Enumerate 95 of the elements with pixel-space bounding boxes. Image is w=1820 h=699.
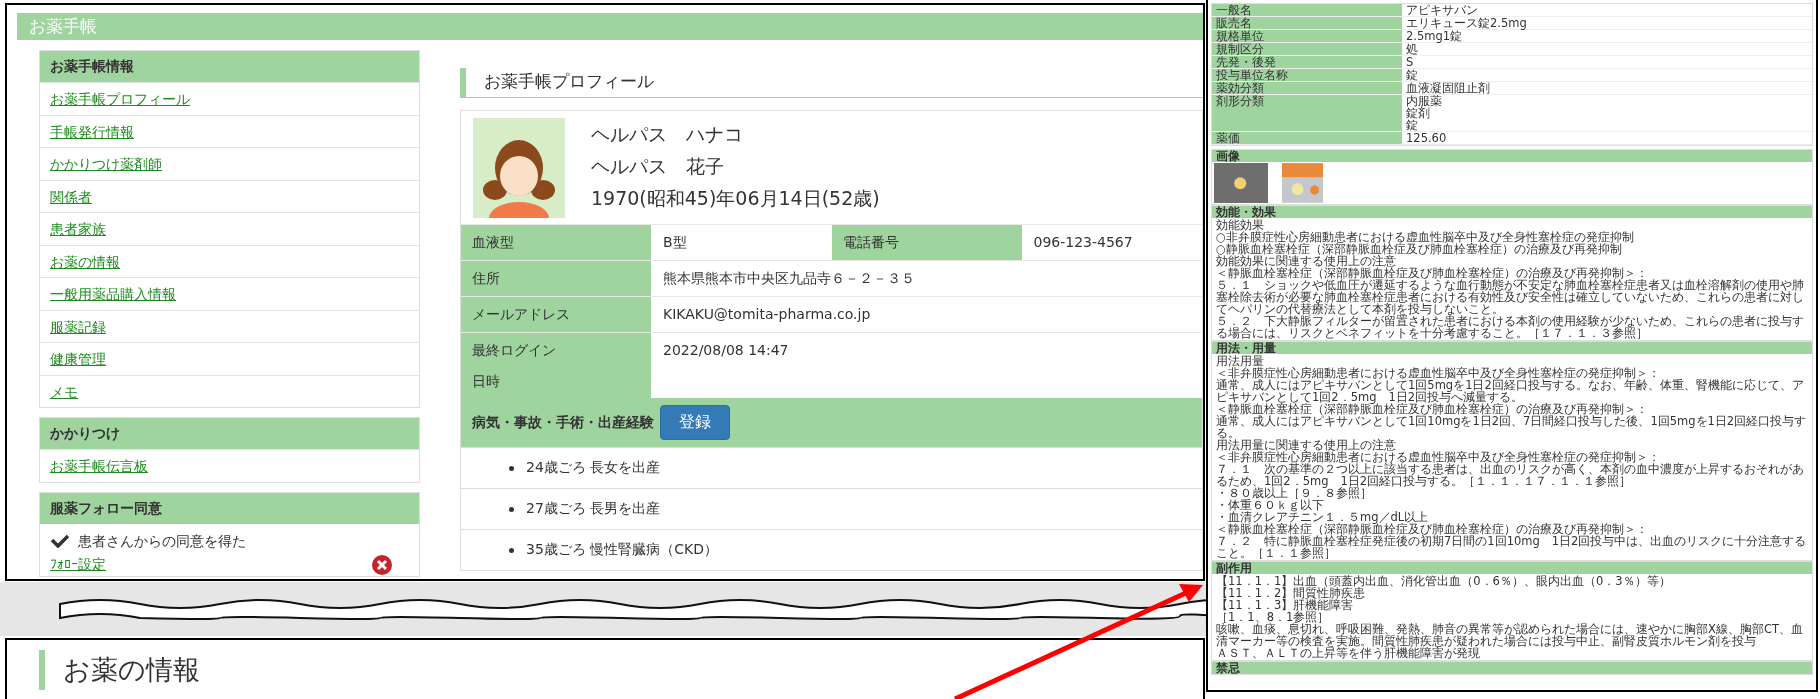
- sidebar-link[interactable]: 手帳発行情報: [50, 123, 134, 140]
- field-label: 薬効分類: [1212, 82, 1402, 94]
- document-text: 【11．1．2】間質性肺疾患: [1216, 587, 1367, 599]
- sidebar-link[interactable]: お薬手帳伝言板: [50, 458, 148, 474]
- sidebar-link[interactable]: 一般用薬品購入情報: [50, 286, 176, 302]
- sidebar-link[interactable]: お薬手帳プロフィール: [50, 91, 190, 107]
- sidebar-link[interactable]: かかりつけ薬剤師: [50, 156, 162, 172]
- field-label: 血液型: [461, 225, 651, 260]
- document-text: ＜非弁膜症性心房細動患者における虚血性脳卒中及び全身性塞栓症の発症抑制＞：: [1216, 367, 1660, 379]
- document-text: ＜静脈血栓塞栓症（深部静脈血栓症及び肺血栓塞栓症）の治療及び再発抑制＞：: [1216, 403, 1649, 415]
- document-text: ＡＳＴ、ＡＬＴの上昇等を伴う肝機能障害が発現: [1216, 647, 1480, 659]
- document-text: ５．２ 下大静脈フィルターが留置された患者における本剤の使用経験が少ないため、これらの患者に投与する場合には、リスクとベネフィットを十分考慮すること。［１７．１．３参照］: [1216, 315, 1805, 339]
- section-heading: 画像: [1212, 150, 1812, 162]
- field-value: エリキュース錠2.5mg: [1405, 17, 1528, 29]
- document-text: ・体重６０ｋｇ以下: [1216, 499, 1325, 511]
- field-value: 錠: [1405, 69, 1419, 81]
- document-text: ○静脈血栓塞栓症（深部静脈血栓症及び肺血栓塞栓症）の治療及び再発抑制: [1216, 243, 1623, 255]
- field-label: 投与単位名称: [1212, 69, 1402, 81]
- section-heading: 禁忌: [1212, 662, 1812, 674]
- field-label: 電話番号: [831, 225, 1022, 260]
- field-value: S: [1405, 56, 1415, 68]
- field-value: B型: [662, 233, 688, 252]
- follow-settings-link[interactable]: ﾌｫﾛｰ設定: [50, 555, 106, 574]
- history-item: 27歳ごろ 長男を出産: [526, 500, 661, 519]
- sidebar-link[interactable]: 服薬記録: [50, 318, 106, 335]
- checkmark-icon: [50, 533, 70, 548]
- sidebar-heading: 服薬フォロー同意: [40, 492, 419, 524]
- field-label: 剤形分類: [1212, 95, 1402, 131]
- document-text: 【11．1．3】肝機能障害: [1216, 599, 1354, 611]
- document-text: 通常、成人にはアピキサバンとして1回10mgを1日2回、7日間経口投与した後、1回5mgを1日2回経口投与する。: [1216, 415, 1808, 439]
- field-value: 2022/08/08 14:47: [662, 340, 790, 360]
- document-text: 【11．1．1】出血（頭蓋内出血、消化管出血（0．6％）、眼内出血（0．3％）等）: [1216, 575, 1672, 587]
- field-label: 日時: [472, 371, 501, 391]
- sidebar-link[interactable]: 健康管理: [50, 351, 106, 367]
- document-text: 用法用量に関連する使用上の注意: [1216, 439, 1397, 451]
- field-value: 熊本県熊本市中央区九品寺６－２－３５: [662, 268, 916, 288]
- field-label: メールアドレス: [461, 296, 651, 332]
- section-heading: 用法・用量: [1212, 342, 1812, 354]
- document-text: ７．２ 特に静脈血栓塞栓症発症後の初期7日間の1回10mg 1日2回投与中は、出血のリスクに十分注意すること。［１．１参照］: [1216, 535, 1808, 559]
- field-label: 規格単位: [1212, 30, 1402, 42]
- name-kana: ヘルパス ハナコ: [591, 122, 744, 147]
- history-item: 24歳ごろ 長女を出産: [526, 459, 661, 478]
- document-text: ＜非弁膜症性心房細動患者における虚血性脳卒中及び全身性塞栓症の発症抑制＞：: [1216, 451, 1660, 463]
- sidebar-heading: お薬手帳情報: [40, 51, 419, 82]
- document-text: ・８０歳以上［９．８参照］: [1216, 487, 1372, 499]
- field-label: 住所: [461, 260, 651, 296]
- document-text: 咳嗽、血痰、息切れ、呼吸困難、発熱、肺音の異常等が認められた場合には、速やかに胸部X線、胸部CT、血清マーカー等の検査を実施。間質性肺疾患が疑われた場合には投与中止、副腎皮質ホルモン剤を投与: [1216, 623, 1804, 647]
- field-value: 処: [1405, 43, 1418, 55]
- app-header: お薬手帳: [17, 13, 1203, 40]
- document-text: ○非弁膜症性心房細動患者における虚血性脳卒中及び全身性塞栓症の発症抑制: [1216, 231, 1636, 243]
- birth-date: 1970(昭和45)年06月14日(52歳): [591, 186, 880, 211]
- sidebar-link[interactable]: メモ: [50, 383, 78, 400]
- bullet-icon: [509, 547, 514, 553]
- document-text: ・血清クレアチニン１．５mg／dL以上: [1216, 511, 1430, 523]
- field-value: 2.5mg1錠: [1405, 30, 1464, 42]
- bullet-icon: [509, 465, 514, 471]
- field-label: 販売名: [1212, 17, 1402, 29]
- sidebar-link[interactable]: 患者家族: [50, 221, 106, 237]
- field-label: 薬価: [1212, 132, 1402, 144]
- field-value: 内服薬: [1406, 95, 1443, 107]
- document-text: 用法用量: [1216, 355, 1264, 367]
- section-heading: 効能・効果: [1212, 206, 1812, 218]
- field-value: アピキサバン: [1405, 4, 1478, 16]
- document-text: ５．１ ショックや低血圧が遷延するような血行動態が不安定な肺血栓塞栓症患者又は血栓溶解剤の使用や肺塞栓除去術が必要な肺血栓塞栓症患者における有効性及び安全性は確立していないため、これらの患者に対してヘパリンの代替療法として本剤を投与しないこと。: [1216, 279, 1805, 315]
- field-value: 血液凝固阻止剤: [1405, 82, 1491, 94]
- sidebar-heading: かかりつけ: [40, 418, 419, 449]
- history-item: 35歳ごろ 慢性腎臓病（CKD）: [526, 541, 718, 560]
- consent-label: 患者さんからの同意を得た: [78, 532, 246, 551]
- sidebar-link[interactable]: お薬の情報: [50, 253, 120, 270]
- history-label: 病気・事故・手術・出産経験: [472, 413, 654, 432]
- field-value: 125.60: [1405, 132, 1448, 144]
- field-value: 096-123-4567: [1032, 233, 1134, 252]
- field-label: 最終ログイン: [472, 340, 557, 360]
- document-text: ７．１ 次の基準の２つ以上に該当する患者は、出血のリスクが高く、本剤の血中濃度が上昇するおそれがあるため、1回2．5mg 1日2回経口投与する。［１．１．１７．１．１参照］: [1216, 463, 1805, 487]
- document-text: 効能効果: [1216, 219, 1264, 231]
- bullet-icon: [509, 506, 514, 512]
- section-heading: 副作用: [1212, 562, 1812, 574]
- field-value: 錠剤: [1406, 107, 1430, 119]
- document-text: 効能効果に関連する使用上の注意: [1216, 255, 1396, 267]
- close-icon[interactable]: [371, 553, 393, 576]
- field-value: 錠: [1406, 119, 1418, 131]
- sidebar-link[interactable]: 関係者: [50, 188, 92, 205]
- document-text: ＜静脈血栓塞栓症（深部静脈血栓症及び肺血栓塞栓症）の治療及び再発抑制＞：: [1216, 523, 1649, 535]
- tablet-photo: [1214, 163, 1268, 203]
- document-text: ＜静脈血栓塞栓症（深部静脈血栓症及び肺血栓塞栓症）の治療及び再発抑制＞：: [1216, 267, 1648, 279]
- package-photo: [1282, 163, 1323, 203]
- field-label: 先発・後発: [1212, 56, 1402, 68]
- field-value: KIKAKU@tomita-pharma.co.jp: [662, 304, 872, 324]
- patient-name: ヘルパス 花子: [591, 154, 725, 179]
- checkbox[interactable]: [50, 533, 70, 550]
- field-label: 規制区分: [1212, 43, 1402, 55]
- document-text: 通常、成人にはアピキサバンとして1回5mgを1日2回経口投与する。なお、年齢、体重、腎機能に応じて、アピキサバンとして1回2．5mg 1日2回投与へ減量する。: [1216, 379, 1805, 403]
- document-text: ［1．1、8．1参照］: [1216, 611, 1330, 623]
- field-label: 一般名: [1212, 4, 1402, 16]
- register-button[interactable]: 登録: [660, 405, 730, 441]
